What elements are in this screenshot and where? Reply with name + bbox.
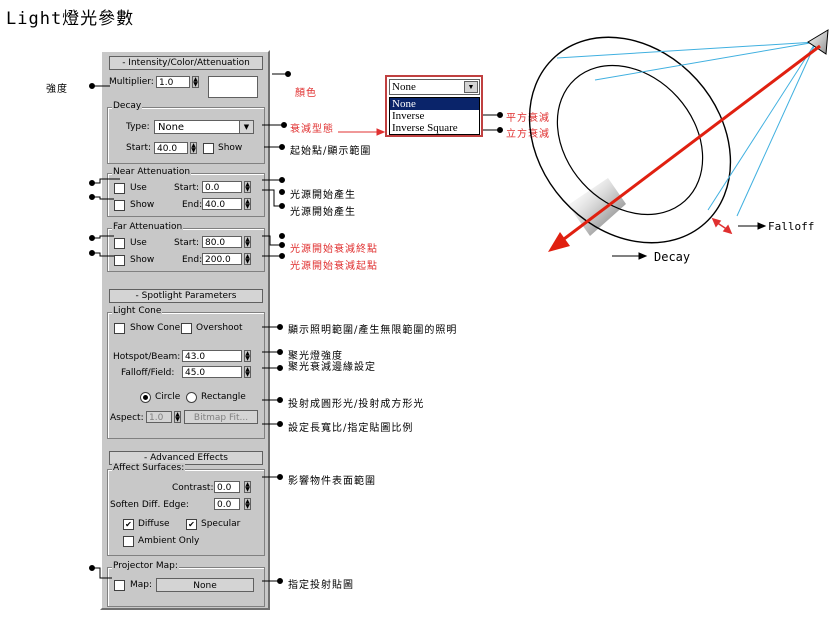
annotation-far-1: 光源開始衰減終點 (290, 244, 378, 255)
annotation-decay-type: 衰減型態 (290, 124, 334, 135)
dot-marker (89, 83, 95, 89)
annotation-start-show: 起始點/顯示範圍 (290, 146, 372, 157)
decay-label: Decay (654, 250, 690, 264)
annotation-aspect: 設定長寬比/指定貼圖比例 (288, 423, 414, 434)
annotation-circle-rect: 投射成圓形光/投射成方形光 (288, 399, 425, 410)
annotation-intensity: 強度 (46, 84, 68, 95)
falloff-ellipse (528, 36, 732, 244)
falloff-pointer (738, 222, 767, 230)
annotation-near-1: 光源開始產生 (290, 190, 356, 201)
annotation-show-cone: 顯示照明範圍/產生無限範圍的照明 (288, 325, 458, 336)
decay-pointer (612, 252, 648, 260)
annotation-affect: 影響物件表面範圍 (288, 476, 376, 487)
annotation-far-2: 光源開始衰減起點 (290, 261, 378, 272)
spotlight-diagram: Falloff Decay (528, 29, 829, 264)
annotation-projector: 指定投射貼圖 (288, 580, 354, 591)
hotspot-ellipse (556, 64, 704, 216)
annotation-near-2: 光源開始產生 (290, 207, 356, 218)
annotation-color: 顏色 (295, 88, 317, 99)
annotation-falloff: 聚光衰減邊緣設定 (288, 362, 376, 373)
red-pointer-arrow (338, 128, 386, 136)
falloff-width-arrow (711, 217, 733, 235)
falloff-label: Falloff (768, 220, 814, 233)
